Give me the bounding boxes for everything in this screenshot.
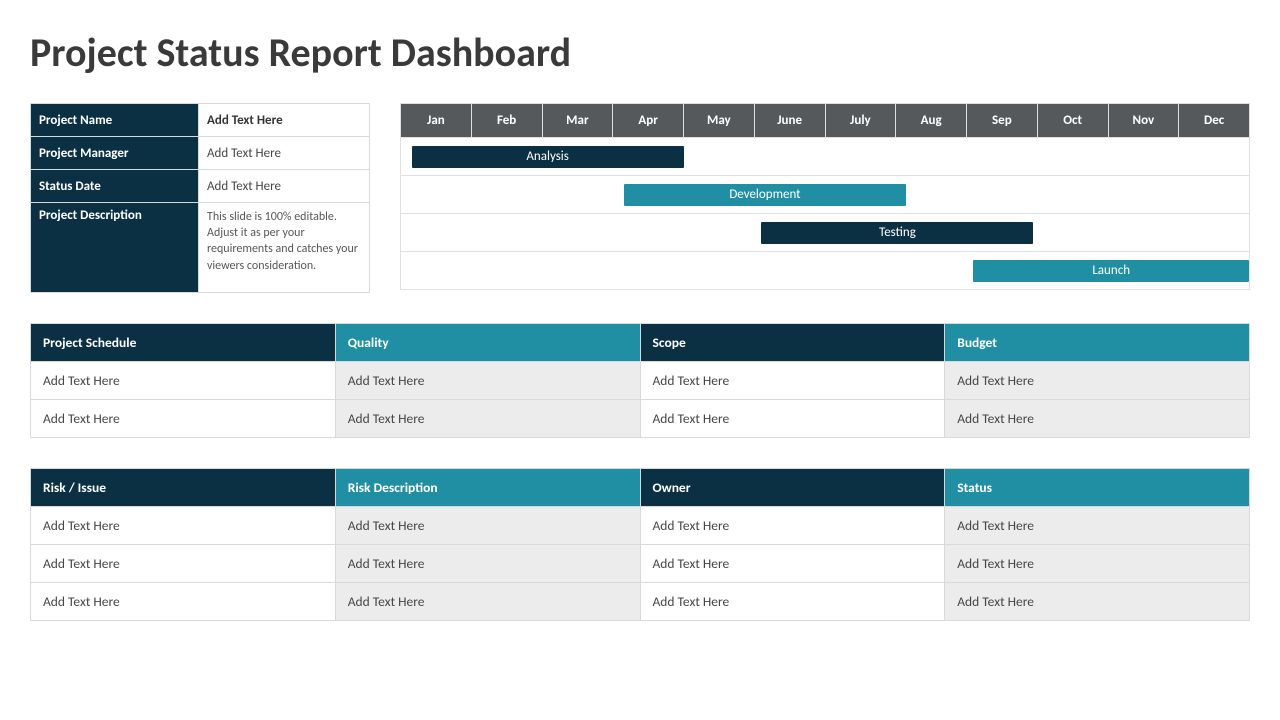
status-cell[interactable]: Add Text Here (945, 362, 1250, 400)
gantt-chart: Jan Feb Mar Apr May June July Aug Sep Oc… (400, 103, 1250, 293)
gantt-bar-analysis: Analysis (412, 146, 684, 168)
risk-cell[interactable]: Add Text Here (31, 583, 336, 621)
status-cell[interactable]: Add Text Here (335, 400, 640, 438)
gantt-row: Development (401, 176, 1250, 214)
info-label-name: Project Name (31, 104, 199, 137)
gantt-row: Testing (401, 214, 1250, 252)
gantt-month: July (825, 104, 896, 138)
table-row: Add Text Here Add Text Here Add Text Her… (31, 507, 1250, 545)
gantt-month: Mar (542, 104, 613, 138)
gantt-month: Nov (1108, 104, 1179, 138)
risk-cell[interactable]: Add Text Here (640, 507, 945, 545)
gantt-bar-cell: Launch (401, 252, 1250, 290)
risk-cell[interactable]: Add Text Here (335, 583, 640, 621)
info-label-date: Status Date (31, 170, 199, 203)
info-value-date[interactable]: Add Text Here (199, 170, 370, 203)
info-label-manager: Project Manager (31, 137, 199, 170)
gantt-month: Dec (1179, 104, 1250, 138)
status-header-quality: Quality (335, 324, 640, 362)
risk-header-issue: Risk / Issue (31, 469, 336, 507)
risk-cell[interactable]: Add Text Here (945, 583, 1250, 621)
status-table: Project Schedule Quality Scope Budget Ad… (30, 323, 1250, 438)
gantt-bar-cell: Development (401, 176, 1250, 214)
gantt-bar-cell: Analysis (401, 138, 1250, 176)
status-cell[interactable]: Add Text Here (640, 400, 945, 438)
gantt-month: Jan (401, 104, 472, 138)
info-label-desc: Project Description (31, 203, 199, 293)
status-header-scope: Scope (640, 324, 945, 362)
status-cell[interactable]: Add Text Here (945, 400, 1250, 438)
gantt-bar-launch: Launch (973, 260, 1249, 282)
gantt-row: Launch (401, 252, 1250, 290)
risk-header-desc: Risk Description (335, 469, 640, 507)
status-cell[interactable]: Add Text Here (335, 362, 640, 400)
gantt-month: Sep (967, 104, 1038, 138)
gantt-month: May (684, 104, 755, 138)
info-value-name[interactable]: Add Text Here (199, 104, 370, 137)
table-row: Add Text Here Add Text Here Add Text Her… (31, 400, 1250, 438)
table-row: Add Text Here Add Text Here Add Text Her… (31, 583, 1250, 621)
gantt-month: June (754, 104, 825, 138)
gantt-month: Oct (1037, 104, 1108, 138)
gantt-bar-development: Development (624, 184, 907, 206)
risk-header-owner: Owner (640, 469, 945, 507)
risk-cell[interactable]: Add Text Here (335, 545, 640, 583)
info-value-desc[interactable]: This slide is 100% editable. Adjust it a… (199, 203, 370, 293)
gantt-month: Feb (471, 104, 542, 138)
gantt-bar-cell: Testing (401, 214, 1250, 252)
risk-cell[interactable]: Add Text Here (945, 507, 1250, 545)
status-header-budget: Budget (945, 324, 1250, 362)
gantt-header-row: Jan Feb Mar Apr May June July Aug Sep Oc… (401, 104, 1250, 138)
risk-cell[interactable]: Add Text Here (335, 507, 640, 545)
info-value-manager[interactable]: Add Text Here (199, 137, 370, 170)
status-cell[interactable]: Add Text Here (640, 362, 945, 400)
gantt-body: Analysis Development Testing Launch (401, 138, 1250, 290)
gantt-month: Apr (613, 104, 684, 138)
top-section: Project Name Add Text Here Project Manag… (30, 103, 1250, 293)
risk-cell[interactable]: Add Text Here (31, 545, 336, 583)
table-row: Add Text Here Add Text Here Add Text Her… (31, 545, 1250, 583)
gantt-row: Analysis (401, 138, 1250, 176)
status-header-schedule: Project Schedule (31, 324, 336, 362)
risk-header-status: Status (945, 469, 1250, 507)
risk-table: Risk / Issue Risk Description Owner Stat… (30, 468, 1250, 621)
page-title: Project Status Report Dashboard (30, 28, 1250, 77)
status-cell[interactable]: Add Text Here (31, 400, 336, 438)
risk-cell[interactable]: Add Text Here (640, 545, 945, 583)
project-info-table: Project Name Add Text Here Project Manag… (30, 103, 370, 293)
status-cell[interactable]: Add Text Here (31, 362, 336, 400)
risk-cell[interactable]: Add Text Here (31, 507, 336, 545)
gantt-month: Aug (896, 104, 967, 138)
risk-cell[interactable]: Add Text Here (945, 545, 1250, 583)
risk-cell[interactable]: Add Text Here (640, 583, 945, 621)
table-row: Add Text Here Add Text Here Add Text Her… (31, 362, 1250, 400)
gantt-bar-testing: Testing (761, 222, 1033, 244)
